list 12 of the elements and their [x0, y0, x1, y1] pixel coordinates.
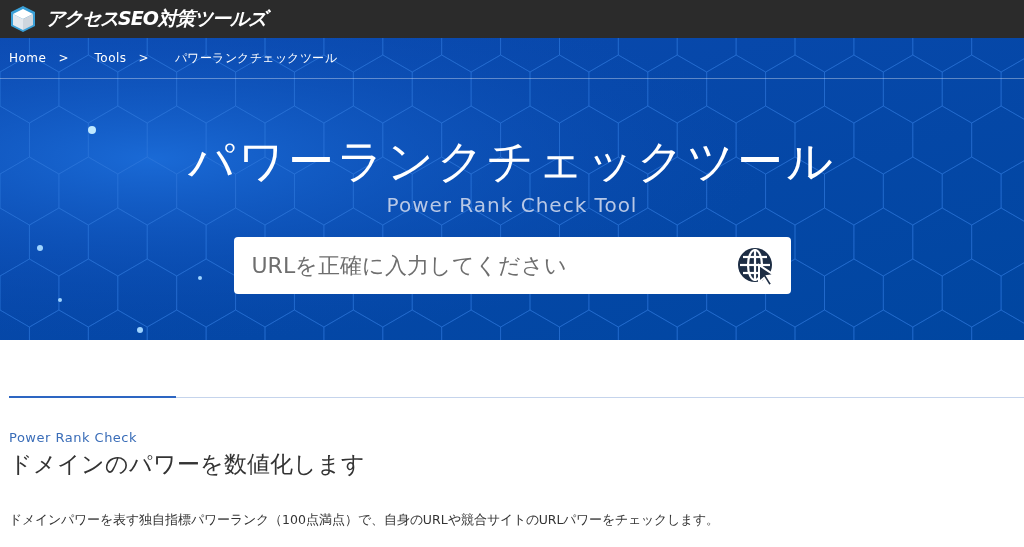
breadcrumb-link[interactable]: パワーランクチェックツール: [174, 49, 338, 67]
breadcrumb-link[interactable]: Home: [9, 51, 47, 65]
hero-title: パワーランクチェックツール: [188, 133, 836, 189]
section-eyebrow: Power Rank Check: [9, 430, 139, 445]
section-heading: ドメインのパワーを数値化します: [9, 450, 366, 479]
breadcrumb-separator: >: [138, 51, 149, 65]
cube-icon: [8, 4, 38, 34]
section-description: ドメインパワーを表す独自指標パワーランク（100点満点）で、自身のURLや競合サイトのURLパワーをチェックします。: [9, 512, 721, 529]
url-search-field[interactable]: URLを正確に入力してください: [233, 237, 791, 294]
hero-subtitle: Power Rank Check Tool: [386, 193, 638, 217]
breadcrumb-link[interactable]: Tools: [94, 51, 127, 65]
breadcrumb-separator: >: [58, 51, 69, 65]
